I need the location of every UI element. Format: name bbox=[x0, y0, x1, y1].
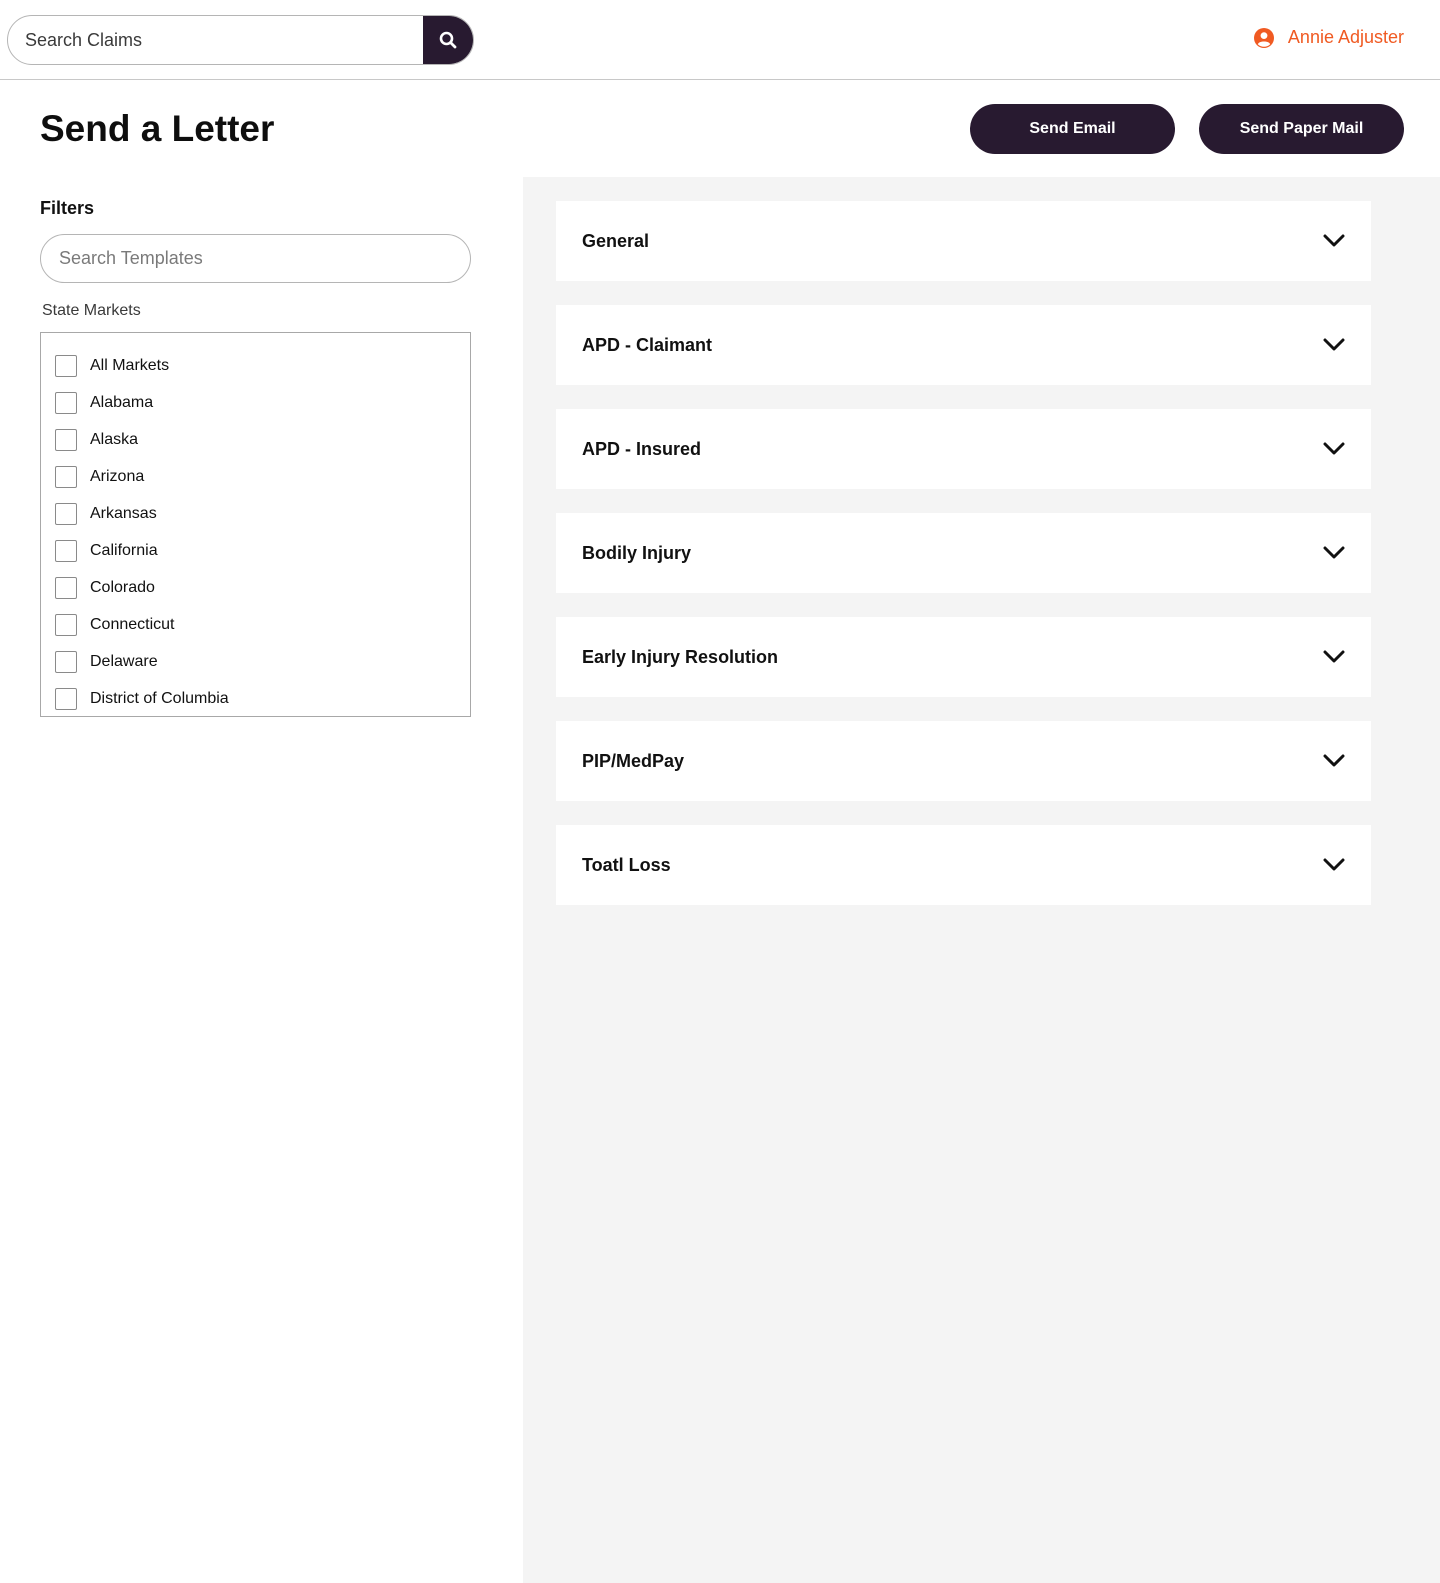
template-search-input[interactable] bbox=[40, 234, 471, 283]
market-label: California bbox=[90, 541, 158, 559]
chevron-down-icon bbox=[1323, 442, 1345, 456]
market-option-california[interactable]: California bbox=[41, 532, 470, 569]
claim-search-button[interactable] bbox=[423, 16, 473, 64]
category-title: APD - Claimant bbox=[582, 334, 713, 355]
claim-search-bar bbox=[7, 15, 474, 65]
market-option-all-markets[interactable]: All Markets bbox=[41, 347, 470, 384]
market-option-arkansas[interactable]: Arkansas bbox=[41, 495, 470, 532]
market-label: Arizona bbox=[90, 467, 145, 485]
checkbox[interactable] bbox=[55, 613, 77, 636]
market-option-delaware[interactable]: Delaware bbox=[41, 643, 470, 680]
checkbox[interactable] bbox=[55, 687, 77, 710]
checkbox[interactable] bbox=[55, 576, 77, 599]
category-apd-insured[interactable]: APD - Insured bbox=[556, 409, 1371, 489]
claim-search-input[interactable] bbox=[8, 16, 423, 64]
category-title: PIP/MedPay bbox=[582, 750, 685, 771]
market-option-alabama[interactable]: Alabama bbox=[41, 384, 470, 421]
checkbox[interactable] bbox=[55, 391, 77, 414]
send-paper-mail-button[interactable]: Send Paper Mail bbox=[1199, 104, 1404, 154]
chevron-down-icon bbox=[1323, 338, 1345, 352]
category-total-loss[interactable]: Toatl Loss bbox=[556, 825, 1371, 905]
checkbox[interactable] bbox=[55, 354, 77, 377]
market-label: Delaware bbox=[90, 652, 158, 670]
market-label: Colorado bbox=[90, 578, 155, 596]
market-label: Arkansas bbox=[90, 504, 157, 522]
market-label: Alaska bbox=[90, 430, 139, 448]
category-early-injury-resolution[interactable]: Early Injury Resolution bbox=[556, 617, 1371, 697]
chevron-down-icon bbox=[1323, 546, 1345, 560]
chevron-down-icon bbox=[1323, 754, 1345, 768]
chevron-down-icon bbox=[1323, 858, 1345, 872]
market-label: Alabama bbox=[90, 393, 154, 411]
state-markets-list: All Markets Alabama Alaska Arizona Arkan… bbox=[40, 332, 471, 717]
market-option-district-of-columbia[interactable]: District of Columbia bbox=[41, 680, 470, 717]
user-menu[interactable]: Annie Adjuster bbox=[1253, 27, 1404, 48]
category-title: APD - Insured bbox=[582, 438, 702, 459]
state-markets-label: State Markets bbox=[42, 302, 141, 319]
checkbox[interactable] bbox=[55, 502, 77, 525]
category-title: Bodily Injury bbox=[582, 542, 692, 563]
filters-heading: Filters bbox=[40, 198, 95, 218]
category-apd-claimant[interactable]: APD - Claimant bbox=[556, 305, 1371, 385]
checkbox[interactable] bbox=[55, 539, 77, 562]
send-email-button[interactable]: Send Email bbox=[970, 104, 1175, 154]
category-title: Early Injury Resolution bbox=[582, 646, 779, 667]
checkbox[interactable] bbox=[55, 428, 77, 451]
template-categories-panel: General APD - Claimant APD - Insured Bod… bbox=[523, 177, 1440, 1583]
checkbox[interactable] bbox=[55, 465, 77, 488]
user-circle-icon bbox=[1253, 27, 1274, 48]
user-name: Annie Adjuster bbox=[1287, 27, 1404, 47]
market-label: Connecticut bbox=[90, 615, 175, 633]
category-pip-medpay[interactable]: PIP/MedPay bbox=[556, 721, 1371, 801]
checkbox[interactable] bbox=[55, 650, 77, 673]
market-label: All Markets bbox=[90, 356, 170, 374]
category-general[interactable]: General bbox=[556, 201, 1371, 281]
chevron-down-icon bbox=[1323, 234, 1345, 248]
chevron-down-icon bbox=[1323, 650, 1345, 664]
category-title: General bbox=[582, 230, 650, 251]
search-icon bbox=[439, 31, 457, 49]
category-bodily-injury[interactable]: Bodily Injury bbox=[556, 513, 1371, 593]
market-option-connecticut[interactable]: Connecticut bbox=[41, 606, 470, 643]
market-option-arizona[interactable]: Arizona bbox=[41, 458, 470, 495]
top-bar: Annie Adjuster bbox=[0, 0, 1440, 80]
page-title: Send a Letter bbox=[40, 108, 275, 149]
market-option-alaska[interactable]: Alaska bbox=[41, 421, 470, 458]
category-title: Toatl Loss bbox=[582, 854, 671, 875]
market-option-colorado[interactable]: Colorado bbox=[41, 569, 470, 606]
market-label: District of Columbia bbox=[90, 689, 229, 707]
